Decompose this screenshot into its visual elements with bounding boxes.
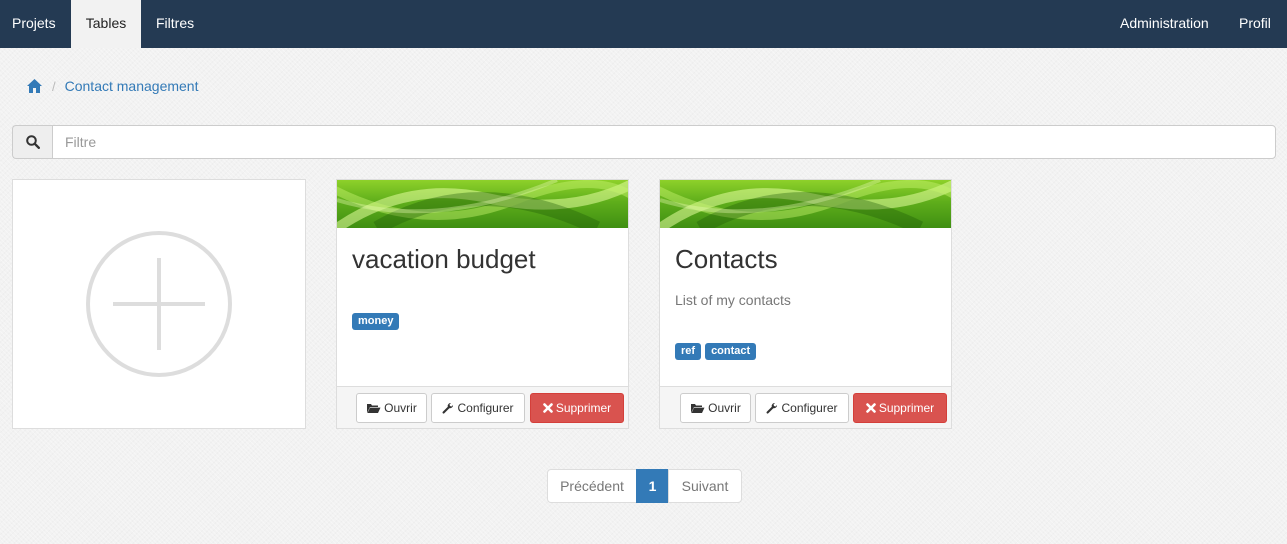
open-button[interactable]: Ouvrir [680,393,751,423]
card-title: vacation budget [352,244,536,274]
remove-icon [866,403,876,413]
tag-badge[interactable]: ref [675,343,702,360]
nav-filtres[interactable]: Filtres [144,0,206,48]
card-title: Contacts [675,244,778,274]
configure-button-label: Configurer [781,401,838,415]
search-addon [12,125,52,159]
folder-open-icon [367,404,381,413]
open-button[interactable]: Ouvrir [356,393,427,423]
home-icon[interactable] [26,78,43,94]
table-card: vacation budget money Ouvrir Configurer … [336,179,629,429]
delete-button[interactable]: Supprimer [530,393,624,423]
tag-badge[interactable]: contact [705,343,757,360]
configure-button[interactable]: Configurer [431,393,525,423]
tag-badge[interactable]: money [352,313,400,330]
pagination: Précédent 1 Suivant [547,469,742,503]
breadcrumb-item-contact-management[interactable]: Contact management [65,78,199,94]
configure-button[interactable]: Configurer [755,393,849,423]
delete-button-label: Supprimer [878,401,935,415]
top-navbar: Projets Tables Filtres Administration Pr… [0,0,1287,48]
card-description: List of my contacts [675,292,791,308]
nav-profil[interactable]: Profil [1227,0,1283,48]
search-group [12,125,1276,159]
open-button-label: Ouvrir [708,401,741,415]
delete-button[interactable]: Supprimer [853,393,947,423]
breadcrumb: / Contact management [12,66,1275,106]
search-icon [25,135,40,149]
add-table-card[interactable] [12,179,306,429]
table-card: Contacts List of my contacts ref contact… [659,179,952,429]
card-banner-image [337,180,628,228]
plus-circle-icon [86,231,232,377]
breadcrumb-separator: / [52,78,56,94]
card-footer: Ouvrir Configurer Supprimer [660,386,951,428]
nav-projets[interactable]: Projets [0,0,68,48]
wrench-icon [766,402,778,414]
pagination-prev[interactable]: Précédent [547,469,637,503]
folder-open-icon [691,404,705,413]
delete-button-label: Supprimer [555,401,612,415]
tag-list: ref contact [675,343,757,360]
open-button-label: Ouvrir [384,401,417,415]
remove-icon [543,403,553,413]
nav-administration[interactable]: Administration [1108,0,1221,48]
card-footer: Ouvrir Configurer Supprimer [337,386,628,428]
card-banner-image [660,180,951,228]
tag-list: money [352,313,400,330]
pagination-page-current[interactable]: 1 [636,469,669,503]
nav-tables[interactable]: Tables [71,0,141,48]
search-input[interactable] [52,125,1276,159]
pagination-next[interactable]: Suivant [668,469,742,503]
wrench-icon [442,402,454,414]
configure-button-label: Configurer [457,401,514,415]
